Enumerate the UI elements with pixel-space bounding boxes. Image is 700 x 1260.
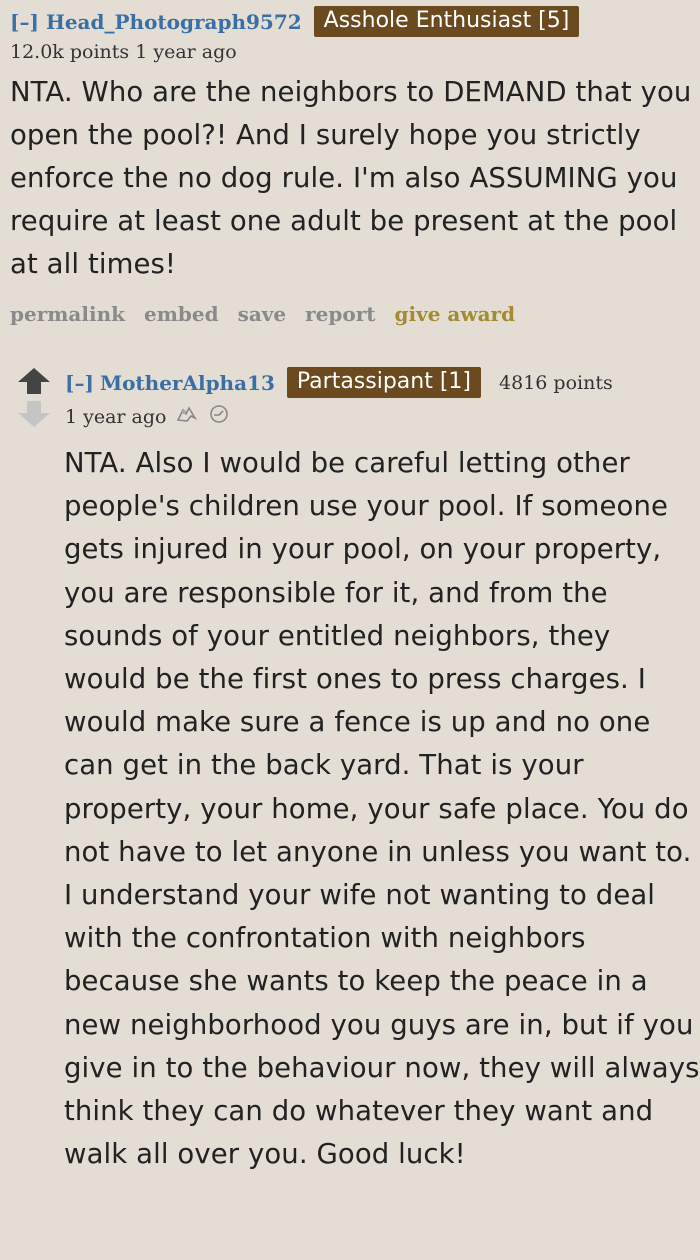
save-link[interactable]: save (238, 302, 287, 326)
award-silver-icon[interactable] (175, 404, 199, 429)
collapse-toggle[interactable]: [–] (65, 371, 94, 395)
report-link[interactable]: report (305, 302, 375, 326)
timestamp: 1 year ago (135, 41, 237, 64)
user-flair: Asshole Enthusiast [5] (313, 6, 580, 38)
comment-tagline: [–] MotherAlpha13 Partassipant [1] 4816 … (65, 367, 695, 399)
collapse-toggle[interactable]: [–] (10, 10, 39, 34)
comment-tagline: [–] Head_Photograph9572 Asshole Enthusia… (10, 6, 694, 38)
clock-icon[interactable] (207, 404, 231, 429)
timestamp: 1 year ago (65, 405, 167, 428)
downvote-arrow-icon[interactable] (17, 401, 51, 431)
vote-arrows (17, 368, 51, 431)
embed-link[interactable]: embed (144, 302, 219, 326)
give-award-link[interactable]: give award (395, 302, 516, 326)
upvote-arrow-icon[interactable] (17, 368, 51, 398)
comment-meta: 1 year ago (65, 404, 231, 429)
comment-body: NTA. Who are the neighbors to DEMAND tha… (10, 76, 692, 281)
user-flair: Partassipant [1] (286, 367, 482, 399)
author-link[interactable]: MotherAlpha13 (100, 371, 275, 395)
comment-parent: [–] Head_Photograph9572 Asshole Enthusia… (10, 6, 694, 326)
comment-actions: permalink embed save report give award (10, 302, 694, 326)
score: 4816 points (499, 371, 613, 394)
comment-body: NTA. Also I would be careful letting oth… (64, 447, 700, 1171)
permalink-link[interactable]: permalink (10, 302, 125, 326)
comment-meta: 12.0k points 1 year ago (10, 41, 694, 63)
author-link[interactable]: Head_Photograph9572 (46, 10, 302, 34)
score: 12.0k points (10, 41, 130, 64)
